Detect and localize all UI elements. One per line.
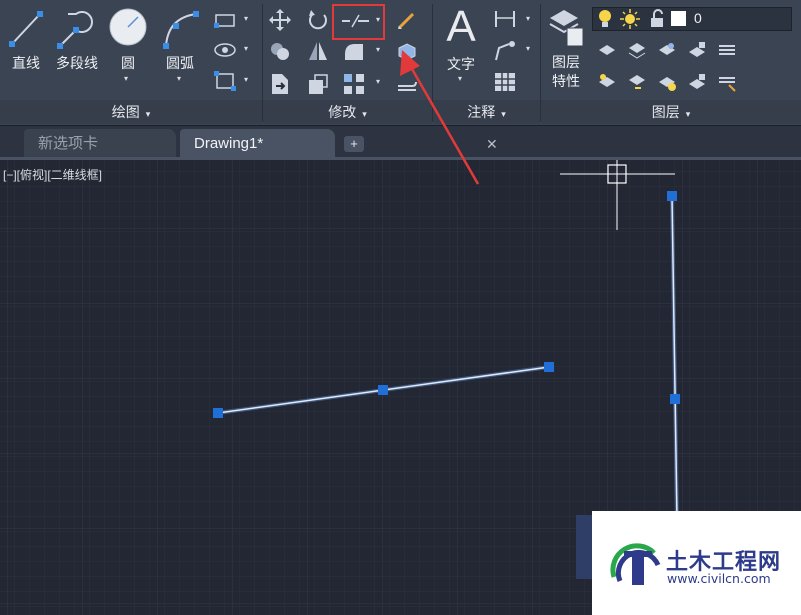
scale-icon[interactable] xyxy=(306,72,330,96)
arc-icon[interactable] xyxy=(160,8,202,50)
layer-tool-icon[interactable] xyxy=(627,72,647,92)
layer-tool-icon[interactable] xyxy=(627,40,647,60)
watermark-backdrop xyxy=(576,515,592,579)
color-swatch xyxy=(671,11,686,26)
copy-icon[interactable] xyxy=(268,40,292,62)
region-icon[interactable] xyxy=(213,70,237,92)
layer-tool-icon[interactable] xyxy=(597,40,617,60)
move-icon[interactable] xyxy=(268,8,292,32)
tab-drawing1[interactable]: Drawing1* ✕ xyxy=(180,129,498,159)
watermark-url: www.civilcn.com xyxy=(667,571,771,586)
grip-handle[interactable] xyxy=(670,394,680,404)
hatch-icon[interactable] xyxy=(213,40,237,60)
tab-new[interactable]: 新选项卡 xyxy=(24,129,176,159)
viewport-controls-label[interactable]: [−][俯视][二维线框] xyxy=(3,166,102,183)
array-icon[interactable] xyxy=(342,72,366,96)
grip-handle[interactable] xyxy=(378,385,388,395)
layer-properties-icon[interactable] xyxy=(547,6,585,48)
layer-tool-icon[interactable] xyxy=(687,72,707,92)
rotate-icon[interactable] xyxy=(306,8,330,32)
grip-handle[interactable] xyxy=(544,362,554,372)
mirror-icon[interactable] xyxy=(306,40,330,62)
layer-tool-icon[interactable] xyxy=(657,40,677,60)
layer-tool-icon[interactable] xyxy=(687,40,707,60)
leader-icon[interactable] xyxy=(493,40,519,62)
fillet-icon[interactable] xyxy=(342,40,366,62)
layers-panel-title[interactable]: 图层 ▾ xyxy=(541,101,801,123)
layer-tool-icon[interactable] xyxy=(717,40,737,60)
sun-icon xyxy=(620,9,640,29)
polyline-tool-label[interactable]: 多段线 xyxy=(50,53,104,73)
unlock-icon xyxy=(651,9,663,27)
break-icon[interactable] xyxy=(340,12,372,30)
arc-tool-label[interactable]: 圆弧 xyxy=(158,53,202,73)
layer-tool-icon[interactable] xyxy=(717,72,737,92)
polyline-icon[interactable] xyxy=(56,8,100,50)
grip-handle[interactable] xyxy=(667,191,677,201)
circle-icon[interactable] xyxy=(108,7,148,47)
grip-handle[interactable] xyxy=(213,408,223,418)
lightbulb-icon xyxy=(599,10,611,27)
watermark-logo-icon xyxy=(610,543,661,585)
line-icon[interactable] xyxy=(6,8,46,50)
layer-properties-label-2[interactable]: 特性 xyxy=(545,71,587,91)
stretch-icon[interactable] xyxy=(268,72,292,96)
current-layer-name: 0 xyxy=(694,10,702,26)
line-tool-label[interactable]: 直线 xyxy=(6,53,46,73)
draw-panel-title[interactable]: 绘图 ▾ xyxy=(0,101,262,123)
matchprop-icon[interactable] xyxy=(395,8,419,32)
dimension-icon[interactable] xyxy=(493,8,519,30)
circle-tool-label[interactable]: 圆 xyxy=(108,53,148,73)
layer-tool-icon[interactable] xyxy=(597,72,617,92)
layer-properties-label-1[interactable]: 图层 xyxy=(545,52,587,72)
annotation-arrow xyxy=(400,50,480,185)
table-icon[interactable] xyxy=(494,72,516,92)
add-tab-button[interactable]: + xyxy=(344,136,364,152)
rectangle-icon[interactable] xyxy=(213,10,237,30)
layer-tool-icon[interactable] xyxy=(657,72,677,92)
